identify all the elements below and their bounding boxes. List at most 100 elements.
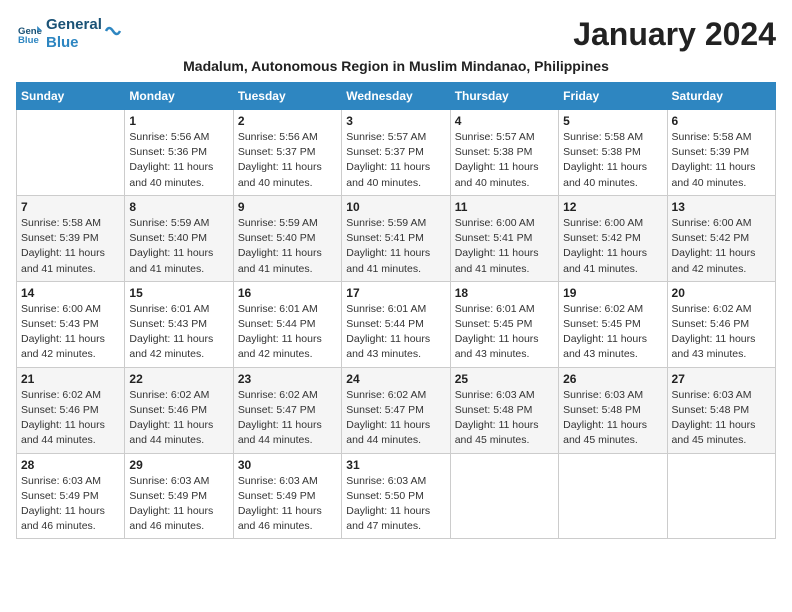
calendar-cell: 23 Sunrise: 6:02 AMSunset: 5:47 PMDayligh… — [233, 367, 341, 453]
day-number: 26 — [563, 372, 662, 386]
day-info: Sunrise: 6:02 AMSunset: 5:45 PMDaylight:… — [563, 302, 662, 363]
day-info: Sunrise: 6:00 AMSunset: 5:42 PMDaylight:… — [563, 216, 662, 277]
day-number: 22 — [129, 372, 228, 386]
day-info: Sunrise: 6:02 AMSunset: 5:46 PMDaylight:… — [672, 302, 771, 363]
calendar-cell: 18 Sunrise: 6:01 AMSunset: 5:45 PMDayligh… — [450, 281, 558, 367]
calendar-cell: 28Sunrise: 6:03 AMSunset: 5:49 PMDayligh… — [17, 453, 125, 539]
day-number: 13 — [672, 200, 771, 214]
dow-header-thursday: Thursday — [450, 83, 558, 110]
calendar-cell: 3 Sunrise: 5:57 AMSunset: 5:37 PMDaylight… — [342, 110, 450, 196]
calendar-cell: 13 Sunrise: 6:00 AMSunset: 5:42 PMDayligh… — [667, 195, 775, 281]
calendar-cell — [450, 453, 558, 539]
calendar-cell: 1Sunrise: 5:56 AMSunset: 5:36 PMDaylight… — [125, 110, 233, 196]
day-info: Sunrise: 6:03 AMSunset: 5:48 PMDaylight:… — [672, 388, 771, 449]
day-info: Sunrise: 6:03 AMSunset: 5:48 PMDaylight:… — [563, 388, 662, 449]
calendar-cell: 20 Sunrise: 6:02 AMSunset: 5:46 PMDayligh… — [667, 281, 775, 367]
day-info: Sunrise: 6:01 AMSunset: 5:44 PMDaylight:… — [346, 302, 445, 363]
day-info: Sunrise: 6:01 AMSunset: 5:43 PMDaylight:… — [129, 302, 228, 363]
day-number: 24 — [346, 372, 445, 386]
calendar-cell: 7 Sunrise: 5:58 AMSunset: 5:39 PMDaylight… — [17, 195, 125, 281]
day-number: 25 — [455, 372, 554, 386]
day-info: Sunrise: 6:00 AMSunset: 5:43 PMDaylight:… — [21, 302, 120, 363]
calendar-cell: 24Sunrise: 6:02 AMSunset: 5:47 PMDayligh… — [342, 367, 450, 453]
dow-header-wednesday: Wednesday — [342, 83, 450, 110]
day-number: 5 — [563, 114, 662, 128]
logo-wave-icon — [104, 21, 122, 39]
day-info: Sunrise: 5:57 AMSunset: 5:37 PMDaylight:… — [346, 130, 445, 191]
calendar-cell — [559, 453, 667, 539]
day-info: Sunrise: 6:03 AMSunset: 5:49 PMDaylight:… — [238, 474, 337, 535]
day-number: 19 — [563, 286, 662, 300]
day-number: 20 — [672, 286, 771, 300]
calendar-cell: 16 Sunrise: 6:01 AMSunset: 5:44 PMDayligh… — [233, 281, 341, 367]
day-info: Sunrise: 6:03 AMSunset: 5:49 PMDaylight:… — [129, 474, 228, 535]
day-number: 28 — [21, 458, 120, 472]
day-number: 9 — [238, 200, 337, 214]
day-info: Sunrise: 5:56 AMSunset: 5:36 PMDaylight:… — [129, 130, 228, 191]
dow-header-tuesday: Tuesday — [233, 83, 341, 110]
logo-blue: Blue — [46, 34, 102, 52]
day-number: 4 — [455, 114, 554, 128]
day-info: Sunrise: 5:58 AMSunset: 5:39 PMDaylight:… — [672, 130, 771, 191]
calendar-cell: 21 Sunrise: 6:02 AMSunset: 5:46 PMDayligh… — [17, 367, 125, 453]
day-number: 10 — [346, 200, 445, 214]
day-number: 14 — [21, 286, 120, 300]
day-number: 2 — [238, 114, 337, 128]
calendar-cell: 25 Sunrise: 6:03 AMSunset: 5:48 PMDayligh… — [450, 367, 558, 453]
day-number: 21 — [21, 372, 120, 386]
logo: General Blue General Blue — [16, 16, 122, 52]
day-number: 12 — [563, 200, 662, 214]
day-info: Sunrise: 6:02 AMSunset: 5:46 PMDaylight:… — [129, 388, 228, 449]
calendar-cell — [17, 110, 125, 196]
day-number: 27 — [672, 372, 771, 386]
calendar-cell: 15 Sunrise: 6:01 AMSunset: 5:43 PMDayligh… — [125, 281, 233, 367]
day-info: Sunrise: 5:58 AMSunset: 5:38 PMDaylight:… — [563, 130, 662, 191]
day-info: Sunrise: 5:57 AMSunset: 5:38 PMDaylight:… — [455, 130, 554, 191]
day-info: Sunrise: 6:00 AMSunset: 5:42 PMDaylight:… — [672, 216, 771, 277]
calendar-cell: 30 Sunrise: 6:03 AMSunset: 5:49 PMDayligh… — [233, 453, 341, 539]
day-number: 31 — [346, 458, 445, 472]
day-number: 7 — [21, 200, 120, 214]
calendar-cell: 2 Sunrise: 5:56 AMSunset: 5:37 PMDaylight… — [233, 110, 341, 196]
day-info: Sunrise: 5:56 AMSunset: 5:37 PMDaylight:… — [238, 130, 337, 191]
svg-text:Blue: Blue — [18, 35, 39, 44]
day-number: 17 — [346, 286, 445, 300]
day-info: Sunrise: 6:01 AMSunset: 5:45 PMDaylight:… — [455, 302, 554, 363]
day-info: Sunrise: 6:03 AMSunset: 5:50 PMDaylight:… — [346, 474, 445, 535]
calendar-cell: 9Sunrise: 5:59 AMSunset: 5:40 PMDaylight… — [233, 195, 341, 281]
page-header: General Blue General Blue January 2024 — [16, 16, 776, 56]
day-info: Sunrise: 5:58 AMSunset: 5:39 PMDaylight:… — [21, 216, 120, 277]
day-number: 6 — [672, 114, 771, 128]
day-number: 23 — [238, 372, 337, 386]
day-info: Sunrise: 6:02 AMSunset: 5:46 PMDaylight:… — [21, 388, 120, 449]
calendar-cell: 22 Sunrise: 6:02 AMSunset: 5:46 PMDayligh… — [125, 367, 233, 453]
dow-header-monday: Monday — [125, 83, 233, 110]
calendar-cell: 19 Sunrise: 6:02 AMSunset: 5:45 PMDayligh… — [559, 281, 667, 367]
logo-general: General — [46, 16, 102, 34]
month-title: January 2024 — [573, 16, 776, 53]
day-info: Sunrise: 6:02 AMSunset: 5:47 PMDaylight:… — [238, 388, 337, 449]
day-info: Sunrise: 6:01 AMSunset: 5:44 PMDaylight:… — [238, 302, 337, 363]
day-info: Sunrise: 5:59 AMSunset: 5:41 PMDaylight:… — [346, 216, 445, 277]
calendar-cell: 31 Sunrise: 6:03 AMSunset: 5:50 PMDayligh… — [342, 453, 450, 539]
calendar-cell: 10 Sunrise: 5:59 AMSunset: 5:41 PMDayligh… — [342, 195, 450, 281]
day-number: 11 — [455, 200, 554, 214]
day-info: Sunrise: 6:03 AMSunset: 5:48 PMDaylight:… — [455, 388, 554, 449]
day-number: 30 — [238, 458, 337, 472]
logo-icon: General Blue — [18, 24, 42, 44]
calendar-cell: 26 Sunrise: 6:03 AMSunset: 5:48 PMDayligh… — [559, 367, 667, 453]
calendar-cell: 8Sunrise: 5:59 AMSunset: 5:40 PMDaylight… — [125, 195, 233, 281]
location-title: Madalum, Autonomous Region in Muslim Min… — [16, 58, 776, 74]
calendar-cell: 29 Sunrise: 6:03 AMSunset: 5:49 PMDayligh… — [125, 453, 233, 539]
calendar-cell: 12 Sunrise: 6:00 AMSunset: 5:42 PMDayligh… — [559, 195, 667, 281]
day-number: 18 — [455, 286, 554, 300]
calendar-cell: 5 Sunrise: 5:58 AMSunset: 5:38 PMDaylight… — [559, 110, 667, 196]
day-number: 8 — [129, 200, 228, 214]
day-number: 3 — [346, 114, 445, 128]
day-info: Sunrise: 6:00 AMSunset: 5:41 PMDaylight:… — [455, 216, 554, 277]
dow-header-saturday: Saturday — [667, 83, 775, 110]
day-number: 16 — [238, 286, 337, 300]
calendar-cell: 17 Sunrise: 6:01 AMSunset: 5:44 PMDayligh… — [342, 281, 450, 367]
day-number: 15 — [129, 286, 228, 300]
day-number: 29 — [129, 458, 228, 472]
